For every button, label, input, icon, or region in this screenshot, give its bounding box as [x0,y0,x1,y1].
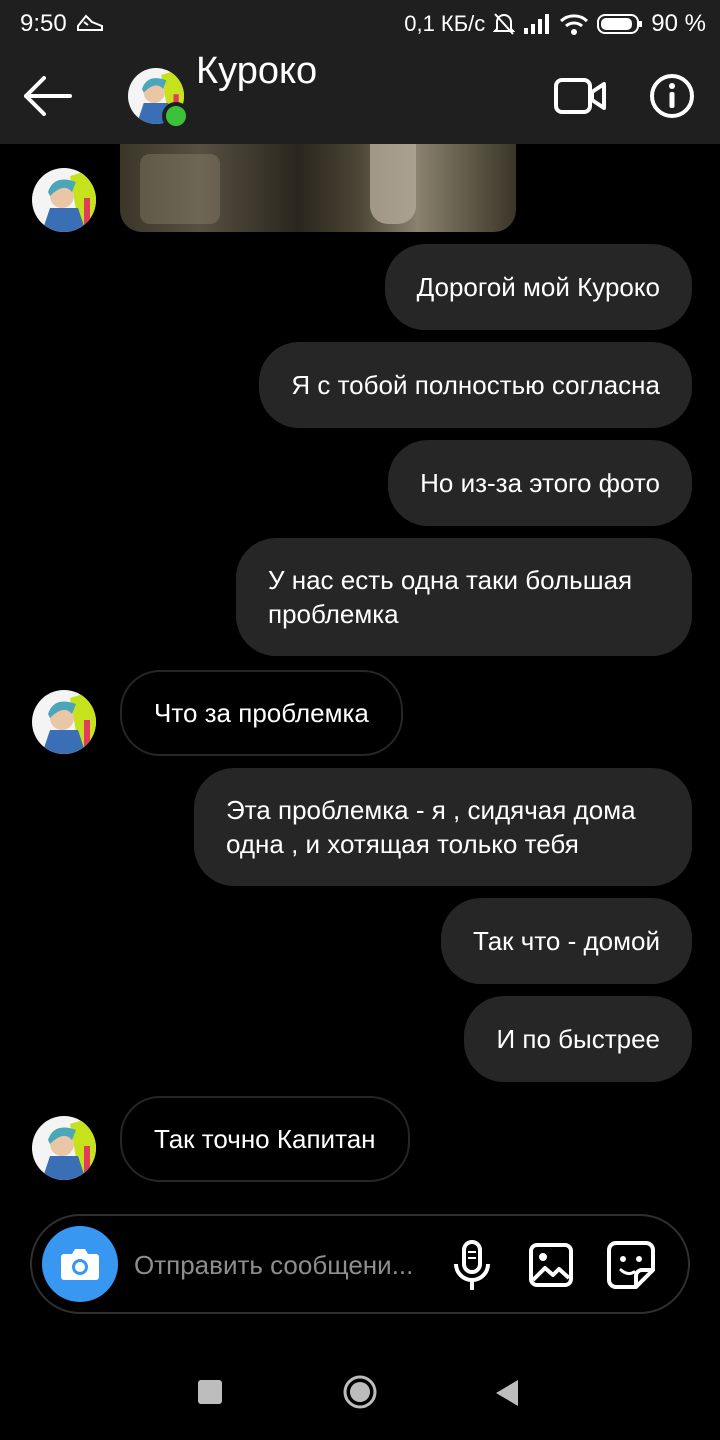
message-text: Я с тобой полностью согласна [291,370,660,400]
chat-header: Куроко [0,48,720,144]
message-bubble-outgoing[interactable]: Дорогой мой Куроко [384,244,692,330]
message-composer [30,1214,690,1314]
mute-bell-icon [493,13,516,35]
message-bubble-outgoing[interactable]: У нас есть одна таки большая проблемка [236,538,692,656]
camera-button[interactable] [42,1226,118,1302]
gallery-icon[interactable] [528,1242,574,1288]
activity-shoe-icon [77,14,103,31]
message-input[interactable] [132,1238,436,1292]
signal-icon [524,14,550,34]
photo-content [140,154,220,224]
status-bar: 9:50 0,1 КБ/с 90 % [0,0,720,48]
video-call-icon[interactable] [554,76,606,116]
recent-apps-icon[interactable] [198,1380,222,1404]
back-arrow-icon[interactable] [20,72,76,120]
info-icon[interactable] [648,72,696,120]
message-text: Так что - домой [473,926,660,956]
online-status-dot [162,102,190,130]
message-bubble-incoming[interactable]: Что за проблемка [120,670,403,756]
message-bubble-outgoing[interactable]: И по быстрее [464,996,692,1082]
avatar[interactable] [32,1116,96,1180]
photo-message[interactable] [120,144,516,232]
home-icon[interactable] [342,1374,378,1410]
avatar[interactable] [32,168,96,232]
battery-percent: 90 % [651,10,706,37]
message-bubble-outgoing[interactable]: Я с тобой полностью согласна [259,342,692,428]
network-speed: 0,1 КБ/с [404,11,486,36]
sticker-icon[interactable] [606,1240,656,1290]
message-bubble-outgoing[interactable]: Эта проблемка - я , сидячая дома одна , … [194,768,692,886]
message-text: Но из-за этого фото [420,468,660,498]
message-bubble-incoming[interactable]: Так точно Капитан [120,1096,410,1182]
message-text: Что за проблемка [154,698,369,728]
message-text: И по быстрее [496,1024,660,1054]
avatar[interactable] [32,690,96,754]
system-navigation-bar [0,1340,720,1440]
contact-name[interactable]: Куроко [196,50,317,93]
photo-content [370,144,416,224]
message-bubble-outgoing[interactable]: Но из-за этого фото [388,440,692,526]
status-time: 9:50 [20,10,67,37]
wifi-icon [560,14,589,35]
battery-icon [597,14,643,34]
message-text: Так точно Капитан [154,1124,376,1154]
message-bubble-outgoing[interactable]: Так что - домой [441,898,692,984]
message-text: У нас есть одна таки большая проблемка [268,565,633,629]
message-text: Эта проблемка - я , сидячая дома одна , … [226,795,636,859]
message-text: Дорогой мой Куроко [416,272,660,302]
camera-icon [61,1249,99,1280]
microphone-icon[interactable] [450,1240,494,1292]
nav-back-icon[interactable] [494,1378,520,1408]
status-indicators: 0,1 КБ/с 90 % [404,10,706,38]
